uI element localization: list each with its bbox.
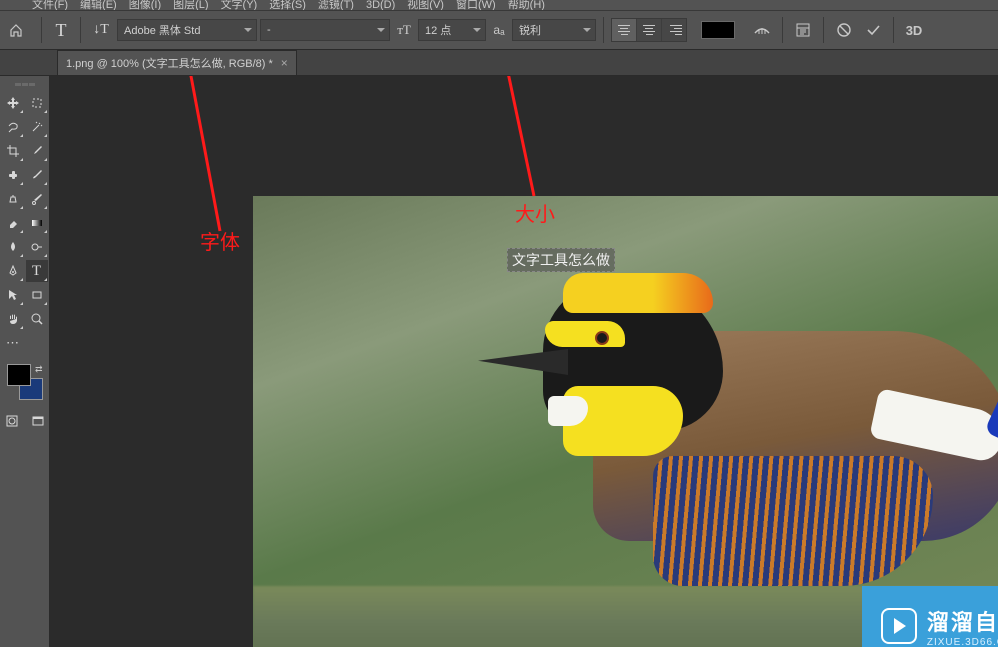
align-center-button[interactable] <box>637 19 661 41</box>
menu-type[interactable]: 文字(Y) <box>217 0 262 10</box>
hand-tool[interactable] <box>2 308 24 330</box>
clone-stamp-tool[interactable] <box>2 188 24 210</box>
eraser-tool[interactable] <box>2 212 24 234</box>
font-size-value: 12 点 <box>425 22 451 38</box>
menu-bar: 文件(F) 编辑(E) 图像(I) 图层(L) 文字(Y) 选择(S) 滤镜(T… <box>0 0 998 10</box>
tools-grip[interactable] <box>5 80 45 88</box>
threed-button[interactable]: 3D <box>901 19 927 41</box>
tools-panel: T ⋯ ⇄ <box>0 76 50 647</box>
canvas-area[interactable]: 文字工具怎么做 溜溜自学 ZIXUE.3D66.COM 字体 大小 <box>50 76 998 647</box>
close-tab-icon[interactable]: × <box>281 56 288 70</box>
chevron-down-icon <box>473 28 481 32</box>
rectangle-tool[interactable] <box>26 284 48 306</box>
chevron-down-icon <box>244 28 252 32</box>
text-layer[interactable]: 文字工具怎么做 <box>507 248 615 272</box>
menu-help[interactable]: 帮助(H) <box>504 0 549 10</box>
separator <box>41 17 42 43</box>
separator <box>823 17 824 43</box>
annotation-arrow-font <box>170 76 250 246</box>
type-tool-indicator-icon[interactable]: T <box>49 20 73 41</box>
anti-alias-value: 锐利 <box>519 22 541 38</box>
menu-filter[interactable]: 滤镜(T) <box>314 0 358 10</box>
zoom-tool[interactable] <box>26 308 48 330</box>
image-bird <box>433 231 998 631</box>
menu-layer[interactable]: 图层(L) <box>169 0 212 10</box>
separator <box>603 17 604 43</box>
foreground-color[interactable] <box>7 364 31 386</box>
chevron-down-icon <box>583 28 591 32</box>
watermark-brand: 溜溜自学 <box>927 605 998 637</box>
edit-toolbar-button[interactable]: ⋯ <box>2 332 24 354</box>
watermark-play-icon <box>881 608 917 644</box>
warp-text-button[interactable] <box>749 19 775 41</box>
swap-colors-icon[interactable]: ⇄ <box>35 364 43 375</box>
font-size-dropdown[interactable]: 12 点 <box>418 19 486 41</box>
watermark-url: ZIXUE.3D66.COM <box>927 637 998 647</box>
workspace: T ⋯ ⇄ <box>0 76 998 647</box>
menu-image[interactable]: 图像(I) <box>125 0 165 10</box>
eyedropper-tool[interactable] <box>26 140 48 162</box>
move-tool[interactable] <box>2 92 24 114</box>
commit-button[interactable] <box>860 19 886 41</box>
annotation-label-font: 字体 <box>200 226 240 255</box>
type-tool[interactable]: T <box>26 260 48 282</box>
cancel-button[interactable] <box>831 19 857 41</box>
crop-tool[interactable] <box>2 140 24 162</box>
magic-wand-tool[interactable] <box>26 116 48 138</box>
text-align-group <box>611 18 687 42</box>
lasso-tool[interactable] <box>2 116 24 138</box>
document-canvas[interactable]: 文字工具怎么做 溜溜自学 ZIXUE.3D66.COM <box>253 196 998 647</box>
menu-window[interactable]: 窗口(W) <box>452 0 500 10</box>
separator <box>893 17 894 43</box>
font-style-value: - <box>267 24 271 36</box>
gradient-tool[interactable] <box>26 212 48 234</box>
separator <box>80 17 81 43</box>
document-tab-bar: 1.png @ 100% (文字工具怎么做, RGB/8) * × <box>0 50 998 76</box>
artboard-tool[interactable] <box>26 92 48 114</box>
annotation-label-size: 大小 <box>515 198 555 227</box>
annotation-arrow-size <box>490 76 560 206</box>
pen-tool[interactable] <box>2 260 24 282</box>
menu-edit[interactable]: 编辑(E) <box>76 0 121 10</box>
watermark: 溜溜自学 ZIXUE.3D66.COM <box>862 586 998 647</box>
text-orientation-icon[interactable]: ↓T <box>88 22 114 38</box>
text-color-swatch[interactable] <box>701 21 735 39</box>
brush-tool[interactable] <box>26 164 48 186</box>
font-family-value: Adobe 黑体 Std <box>124 22 200 38</box>
font-style-dropdown[interactable]: - <box>260 19 390 41</box>
path-selection-tool[interactable] <box>2 284 24 306</box>
color-pickers: ⇄ <box>7 364 43 400</box>
menu-3d[interactable]: 3D(D) <box>362 0 399 10</box>
screen-mode-button[interactable] <box>27 410 49 432</box>
menu-view[interactable]: 视图(V) <box>403 0 448 10</box>
screen-mode-buttons <box>1 410 49 432</box>
separator <box>782 17 783 43</box>
anti-alias-dropdown[interactable]: 锐利 <box>512 19 596 41</box>
align-left-button[interactable] <box>612 19 636 41</box>
align-right-button[interactable] <box>662 19 686 41</box>
menu-file[interactable]: 文件(F) <box>28 0 72 10</box>
font-size-icon: тT <box>393 22 415 38</box>
document-tab-title: 1.png @ 100% (文字工具怎么做, RGB/8) * <box>66 55 273 71</box>
font-family-dropdown[interactable]: Adobe 黑体 Std <box>117 19 257 41</box>
character-panel-button[interactable] <box>790 19 816 41</box>
healing-brush-tool[interactable] <box>2 164 24 186</box>
options-bar: T ↓T Adobe 黑体 Std - тT 12 点 aₐ 锐利 <box>0 10 998 50</box>
chevron-down-icon <box>377 28 385 32</box>
blur-tool[interactable] <box>2 236 24 258</box>
history-brush-tool[interactable] <box>26 188 48 210</box>
menu-select[interactable]: 选择(S) <box>265 0 310 10</box>
home-icon[interactable] <box>6 20 26 40</box>
anti-alias-icon: aₐ <box>489 23 509 37</box>
quick-mask-button[interactable] <box>1 410 23 432</box>
document-tab[interactable]: 1.png @ 100% (文字工具怎么做, RGB/8) * × <box>57 50 297 75</box>
dodge-tool[interactable] <box>26 236 48 258</box>
